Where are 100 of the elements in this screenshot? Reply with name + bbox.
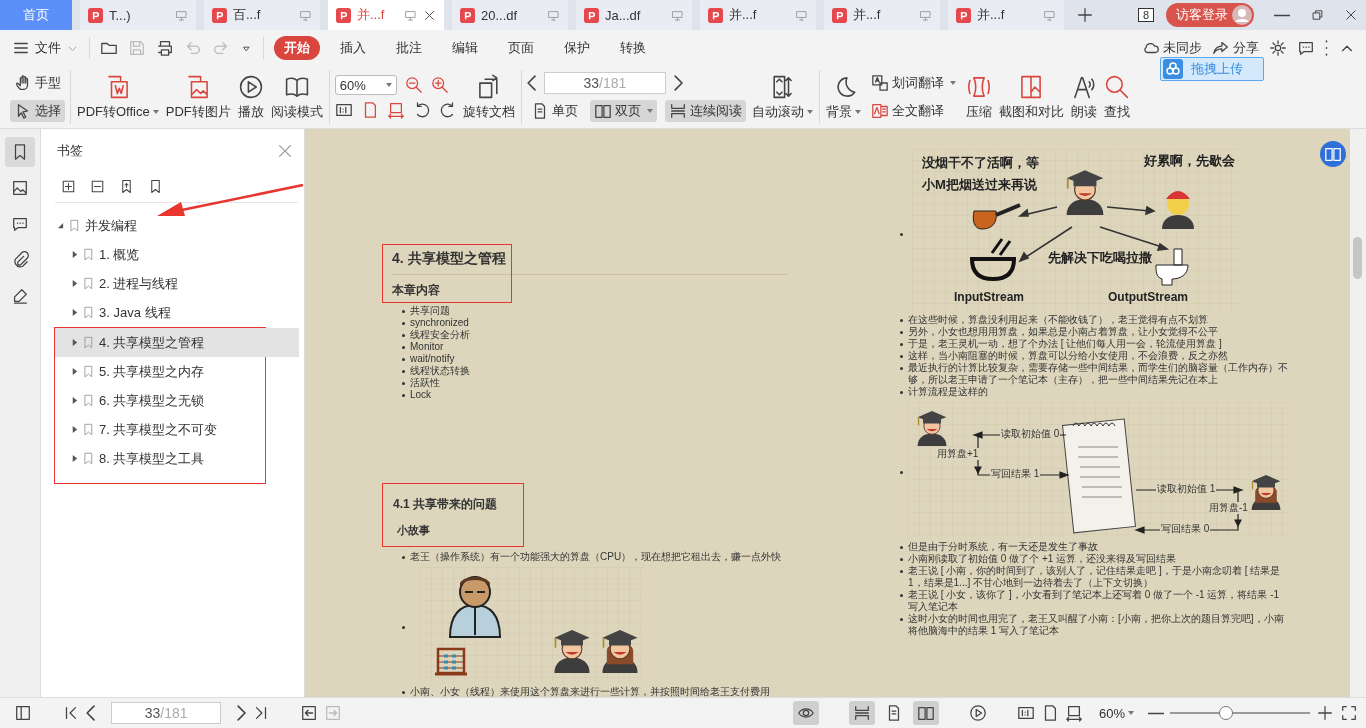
rotate-document-button[interactable]: 旋转文档 [461,73,516,121]
share-button[interactable]: 分享 [1212,39,1259,57]
collapsed-icon[interactable] [71,309,78,316]
bookmark-item[interactable]: 8. 共享模型之工具 [55,444,265,473]
background-button[interactable]: 背景 [824,73,862,121]
list-item: 这时小女的时间也用完了，老王又叫醒了小南：[小南，把你上次的题目算完吧]，小南将他脑海中的结果 1 写入了笔记本 [908,613,1285,637]
save-icon [128,39,146,57]
bullet-icon [900,319,903,322]
bookmark-item[interactable]: 4. 共享模型之管程 [55,328,299,357]
expanded-icon[interactable] [57,222,64,229]
paperclip-icon [11,251,29,269]
section-heading: 4.1 共享带来的问题 [393,496,498,513]
bullet-icon [900,558,903,561]
view-mode-button[interactable] [792,701,819,725]
ribbon-tab[interactable]: 编辑 [442,36,488,60]
toolbar-button[interactable]: 查找 [1102,73,1131,121]
bookmark-icon [82,394,95,407]
toolbar-button[interactable]: PDF转图片 [164,73,232,121]
bookmark-item[interactable]: 3. Java 线程 [55,298,298,327]
zoom-select[interactable]: 60% [1098,705,1134,721]
ribbon-tab[interactable]: 开始 [274,36,320,60]
sidebar-tab[interactable] [5,137,35,167]
translate-button[interactable]: 全文翻译 [866,100,960,122]
bookmark-icon [82,306,95,319]
bookmark-item[interactable]: 7. 共享模型之不可变 [55,415,265,444]
slider-handle[interactable] [1219,706,1233,720]
ribbon-tab[interactable]: 页面 [498,36,544,60]
collapsed-icon[interactable] [71,397,78,404]
tab-title: 百...f [233,6,262,24]
bullet-icon [402,556,405,559]
document-tab[interactable]: 并...f [328,0,444,30]
page-layout-button[interactable]: 双页 [589,100,657,122]
illustration-caption: 先解决下吃喝拉撒 [1048,252,1152,264]
bookmark-item[interactable]: 并发编程 [55,211,298,240]
view-mode-button[interactable] [912,701,939,725]
play-icon [968,704,987,722]
auto-scroll-button[interactable]: 自动滚动 [750,73,814,121]
ribbon-tab[interactable]: 保护 [554,36,600,60]
document-tab[interactable]: 并...f [700,0,816,30]
ribbon-tab[interactable]: 转换 [610,36,656,60]
add-bookmark-icon [61,179,76,194]
back-icon [300,704,319,722]
document-tab[interactable]: 20...df [452,0,568,30]
view-mode-button[interactable] [848,701,875,725]
translate-button[interactable]: 划词翻译 [866,72,960,94]
page-number-field[interactable]: 33/181 [543,72,666,94]
bullet-icon [900,367,903,370]
collapsed-icon[interactable] [71,251,78,258]
page-layout-button[interactable]: 连续阅读 [664,100,746,122]
bullet-icon [402,346,405,349]
toolbar-button[interactable]: 播放 [236,73,265,121]
document-tab[interactable]: 并...f [948,0,1064,30]
document-tab[interactable]: Ja...df [576,0,692,30]
ribbon-tab[interactable]: 批注 [386,36,432,60]
list-item: 线程状态转换 [410,365,470,377]
collapsed-icon[interactable] [71,339,78,346]
pointer-tool-button[interactable]: 选择 [10,100,65,122]
collapsed-icon[interactable] [71,426,78,433]
login-button[interactable]: 访客登录 [1166,3,1254,27]
toolbar-button[interactable]: 截图和对比 [997,73,1065,121]
pointer-tool-button[interactable]: 手型 [10,72,65,94]
bookmark-item[interactable]: 5. 共享模型之内存 [55,357,265,386]
collapsed-icon[interactable] [71,368,78,375]
tab-title: T...) [109,7,132,23]
remove-bookmark-icon [90,179,105,194]
window-count-badge[interactable]: 8 [1137,8,1154,22]
continuous-page-icon [852,704,871,722]
zoom-slider[interactable] [1170,706,1310,720]
floating-tool-button[interactable] [1320,141,1346,167]
scrollbar-thumb[interactable] [1353,237,1362,279]
toolbar-button[interactable]: PDF转Office [76,73,160,121]
zoom-out-icon [404,76,423,94]
page-number-field[interactable]: 33/181 [111,702,222,724]
plus-icon [1076,6,1094,24]
monitor-icon [1043,8,1056,22]
list-item: Lock [410,389,432,401]
bookmark-item[interactable]: 2. 进程与线程 [55,269,298,298]
document-tab[interactable]: 百...f [204,0,320,30]
file-menu[interactable]: 文件 [12,39,79,57]
document-tab[interactable]: T...) [80,0,196,30]
document-tab[interactable]: 并...f [824,0,940,30]
continuous-page-icon [668,102,687,120]
pipe-drawing [972,203,1021,230]
sync-button[interactable]: 未同步 [1142,39,1202,57]
toolbar-button[interactable]: 压缩 [964,73,993,121]
bookmark-item[interactable]: 1. 概览 [55,240,298,269]
toolbar-button[interactable]: 阅读模式 [269,73,324,121]
graduate-drawing [1251,474,1281,510]
zoom-select[interactable]: 60% [334,75,397,95]
section-heading: 本章内容 [392,282,441,299]
bookmark-item[interactable]: 6. 共享模型之无锁 [55,386,265,415]
share-icon [1212,39,1230,57]
collapsed-icon[interactable] [71,455,78,462]
document-translate-icon [870,102,889,120]
toolbar-button[interactable]: 朗读 [1069,73,1098,121]
ribbon-tab[interactable]: 插入 [330,36,376,60]
collapsed-icon[interactable] [71,280,78,287]
comment-icon [11,215,29,233]
page-layout-button[interactable]: 单页 [526,100,582,122]
list-item: 计算流程是这样的 [908,386,988,398]
